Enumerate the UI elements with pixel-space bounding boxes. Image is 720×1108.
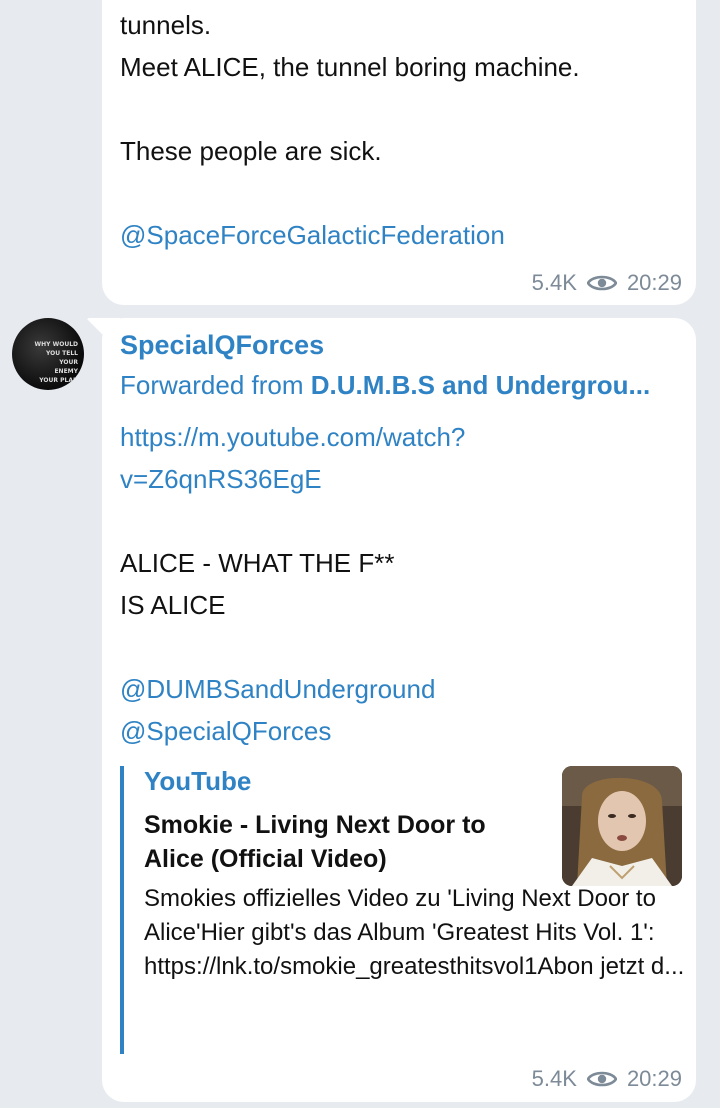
eye-icon: [586, 275, 617, 291]
forwarded-prefix: Forwarded from: [120, 370, 311, 400]
youtube-link-line1[interactable]: https://m.youtube.com/watch?: [120, 422, 465, 453]
youtube-link-line2[interactable]: v=Z6qnRS36EgE: [120, 464, 322, 495]
preview-thumbnail[interactable]: [562, 766, 682, 886]
message-text-line: tunnels.: [120, 10, 212, 40]
mention-link[interactable]: @SpaceForceGalacticFederation: [120, 220, 505, 251]
message-time: 20:29: [626, 1066, 682, 1091]
preview-description: Smokies offizielles Video zu 'Living Nex…: [144, 885, 685, 980]
sender-name[interactable]: SpecialQForces: [120, 330, 324, 361]
message-meta: 5.4K 20:29: [532, 1066, 682, 1092]
avatar-caption: WHY WOULD YOU TELL YOUR ENEMY YOUR PLAN: [34, 341, 78, 384]
view-count: 5.4K: [531, 270, 577, 295]
eye-icon: [586, 1071, 617, 1087]
message-bubble-2[interactable]: SpecialQForces Forwarded from D.U.M.B.S …: [102, 318, 696, 1102]
mention-link[interactable]: @SpecialQForces: [120, 716, 331, 747]
message-text-line: IS ALICE: [120, 590, 226, 620]
message-bubble-1[interactable]: tunnels. Meet ALICE, the tunnel boring m…: [102, 0, 696, 305]
forwarded-source[interactable]: D.U.M.B.S and Undergrou...: [311, 370, 650, 400]
message-text-line: Meet ALICE, the tunnel boring machine.: [120, 52, 580, 82]
mention-link[interactable]: @DUMBSandUnderground: [120, 674, 435, 705]
preview-site-name: YouTube: [144, 766, 252, 796]
link-preview[interactable]: YouTube Smokie - Living Next Door to Ali…: [120, 766, 684, 1054]
channel-avatar[interactable]: WHY WOULD YOU TELL YOUR ENEMY YOUR PLAN: [12, 318, 84, 390]
preview-title: Smokie - Living Next Door to Alice (Offi…: [144, 811, 486, 873]
message-text-line: These people are sick.: [120, 136, 382, 166]
message-meta: 5.4K 20:29: [532, 270, 682, 296]
forwarded-header[interactable]: Forwarded from D.U.M.B.S and Undergrou..…: [120, 370, 650, 401]
view-count: 5.4K: [531, 1066, 577, 1091]
message-text-line: ALICE - WHAT THE F**: [120, 548, 395, 578]
thumbnail-image: [562, 766, 682, 886]
message-time: 20:29: [626, 270, 682, 295]
